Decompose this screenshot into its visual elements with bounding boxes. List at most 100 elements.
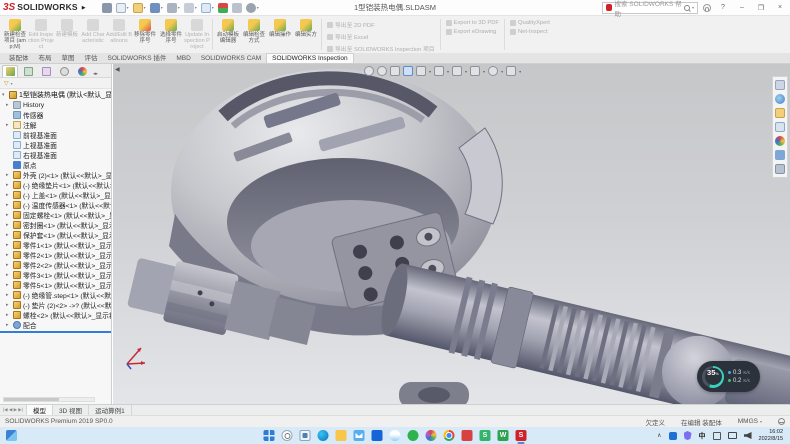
appearances-scenes-icon[interactable] <box>775 136 785 146</box>
print-button[interactable]: ▾ <box>167 3 180 13</box>
view-palette-icon[interactable] <box>775 122 785 132</box>
tree-item-component[interactable]: ▸零件2<2> (默认<<默认>_显示状态 <box>0 260 111 270</box>
expand-arrow-icon[interactable]: ▸ <box>6 302 11 308</box>
zoom-fit-icon[interactable] <box>364 66 374 76</box>
tab-cam[interactable]: SOLIDWORKS CAM <box>196 54 266 63</box>
units-dropdown[interactable]: MMGS▾ <box>738 418 762 425</box>
edit-inspection-method-button[interactable]: 编辑检查方式 <box>241 17 267 52</box>
options-button[interactable]: ▾ <box>246 3 259 13</box>
help-search-input[interactable]: 搜索 SOLIDWORKS 帮助 ▾ <box>602 2 698 14</box>
tree-root-item[interactable]: ▾ 1型铠装热电偶 (默认<默认_显示状态-1 <box>0 89 111 100</box>
widgets-icon[interactable] <box>6 430 17 441</box>
tree-item-annotations[interactable]: ▸注解 <box>0 120 111 130</box>
taskbar-search-icon[interactable] <box>282 430 293 441</box>
expand-arrow-icon[interactable]: ▸ <box>6 102 11 108</box>
undo-button[interactable]: ▾ <box>184 3 197 13</box>
tree-item-component[interactable]: ▸(-) 绝缘垫片<1> (默认<<默认>_显示 <box>0 180 111 190</box>
expand-arrow-icon[interactable]: ▸ <box>6 312 11 318</box>
expand-arrow-icon[interactable]: ▸ <box>6 212 11 218</box>
tree-item-top-plane[interactable]: ▸上视基准面 <box>0 140 111 150</box>
tab-inspection[interactable]: SOLIDWORKS Inspection <box>266 53 354 63</box>
file-explorer-icon[interactable] <box>775 108 785 118</box>
edge-browser-icon[interactable] <box>318 430 329 441</box>
save-button[interactable]: ▾ <box>150 3 163 13</box>
custom-properties-icon[interactable] <box>775 150 785 160</box>
expand-arrow-icon[interactable]: ▾ <box>2 92 7 98</box>
tab-model[interactable]: 模型 <box>26 405 53 415</box>
expand-arrow-icon[interactable]: ▸ <box>6 292 11 298</box>
file-properties-button[interactable] <box>232 3 242 13</box>
scrollbar-thumb[interactable] <box>4 398 59 401</box>
expand-arrow-icon[interactable]: ▸ <box>6 182 11 188</box>
solidworks-resources-icon[interactable] <box>775 80 785 90</box>
home-button[interactable] <box>102 3 112 13</box>
volume-icon[interactable] <box>744 432 752 439</box>
zoom-area-icon[interactable] <box>377 66 387 76</box>
tab-dimxpertmanager[interactable] <box>56 65 72 77</box>
tab-overflow-arrows[interactable]: ◂▸ <box>93 71 98 77</box>
expand-arrow-icon[interactable]: ▸ <box>6 322 11 328</box>
launch-template-editor-button[interactable]: 启动模板编辑器 <box>215 17 241 52</box>
notes-app-icon[interactable]: S <box>480 430 491 441</box>
expand-arrow-icon[interactable]: ▸ <box>6 192 11 198</box>
start-button-icon[interactable] <box>264 430 275 441</box>
tree-item-component[interactable]: ▸固定螺栓<1> (默认<<默认>_显示状 <box>0 210 111 220</box>
expand-arrow-icon[interactable]: ▸ <box>6 262 11 268</box>
reader-app-icon[interactable] <box>462 430 473 441</box>
ime-indicator[interactable]: 中 <box>699 431 706 441</box>
tree-item-right-plane[interactable]: ▸右视基准面 <box>0 150 111 160</box>
previous-view-icon[interactable] <box>390 66 400 76</box>
tree-item-component[interactable]: ▸(-) 绝缘管.step<1> (默认<<默认>_ <box>0 290 111 300</box>
new-document-button[interactable]: ▾ <box>116 3 129 13</box>
clock[interactable]: 16:02 2022/8/15 <box>759 429 783 442</box>
tree-item-component[interactable]: ▸密封圈<1> (默认<<默认>_显示状态 <box>0 220 111 230</box>
expand-arrow-icon[interactable]: ▸ <box>6 252 11 258</box>
tree-item-component[interactable]: ▸零件3<1> (默认<<默认>_显示状态 <box>0 270 111 280</box>
rebuild-button[interactable] <box>218 3 228 13</box>
expand-arrow-icon[interactable]: ▸ <box>6 282 11 288</box>
expand-arrow-icon[interactable]: ▸ <box>6 202 11 208</box>
expand-arrow-icon[interactable]: ▸ <box>6 172 11 178</box>
file-explorer-taskbar-icon[interactable] <box>336 430 347 441</box>
tree-item-component[interactable]: ▸零件5<1> (默认<<默认>_显示状态 <box>0 280 111 290</box>
panel-horizontal-scrollbar[interactable] <box>3 397 95 402</box>
expand-arrow-icon[interactable]: ▸ <box>6 272 11 278</box>
color-app-icon[interactable] <box>426 430 437 441</box>
tree-item-front-plane[interactable]: ▸前视基准面 <box>0 130 111 140</box>
tree-item-component[interactable]: ▸外壳 (2)<1> (默认<<默认>_显示状态 <box>0 170 111 180</box>
web-help-icon[interactable] <box>778 418 785 425</box>
menu-expand-arrow-icon[interactable]: ▶ <box>82 5 86 11</box>
tab-configurationmanager[interactable] <box>38 65 54 77</box>
minimize-button[interactable]: – <box>735 4 749 11</box>
open-button[interactable]: ▾ <box>133 3 146 13</box>
edit-appearance-icon[interactable] <box>488 66 498 76</box>
tab-displaymanager[interactable] <box>74 65 90 77</box>
performance-monitor-widget[interactable]: 35% 0.3K/s 0.2K/s <box>697 361 760 392</box>
view-settings-icon[interactable] <box>506 66 516 76</box>
tree-item-component[interactable]: ▸零件1<1> (默认<<默认>_显示状态 <box>0 240 111 250</box>
tree-item-origin[interactable]: ▸原点 <box>0 160 111 170</box>
hide-show-items-icon[interactable] <box>470 66 480 76</box>
new-inspection-project-button[interactable]: 新建检查项目 (amp;M) <box>2 17 28 52</box>
remove-balloon-sequence-button[interactable]: 移除零件序号 <box>132 17 158 52</box>
tree-item-component[interactable]: ▸零件2<1> (默认<<默认>_显示状态 <box>0 250 111 260</box>
section-view-icon[interactable] <box>403 66 413 76</box>
tree-item-history[interactable]: ▸History <box>0 100 111 110</box>
expand-arrow-icon[interactable]: ▸ <box>6 122 11 128</box>
design-library-icon[interactable] <box>775 94 785 104</box>
network-display-icon[interactable] <box>728 432 737 439</box>
tree-item-sensor[interactable]: ▸传感器 <box>0 110 111 120</box>
expand-arrow-icon[interactable]: ▸ <box>6 242 11 248</box>
restore-button[interactable]: ❐ <box>754 4 768 12</box>
edit-actual-button[interactable]: 编辑实方 <box>293 17 319 52</box>
tree-item-component[interactable]: ▸螺栓<2> (默认<<默认>_显示状态 <box>0 310 111 320</box>
task-view-icon[interactable] <box>300 430 311 441</box>
display-style-icon[interactable] <box>452 66 462 76</box>
microsoft-store-icon[interactable] <box>372 430 383 441</box>
login-user-icon[interactable] <box>703 4 711 12</box>
edit-operation-button[interactable]: 编辑操作 <box>267 17 293 52</box>
tree-filter-row[interactable]: ▽▾ <box>0 78 111 89</box>
close-button[interactable]: × <box>773 4 787 11</box>
tab-3d-views[interactable]: 3D 视图 <box>53 405 89 415</box>
graphics-viewport[interactable]: ◀ ▾ ▾ ▾ ▾ ▾ ▾ <box>113 64 790 404</box>
